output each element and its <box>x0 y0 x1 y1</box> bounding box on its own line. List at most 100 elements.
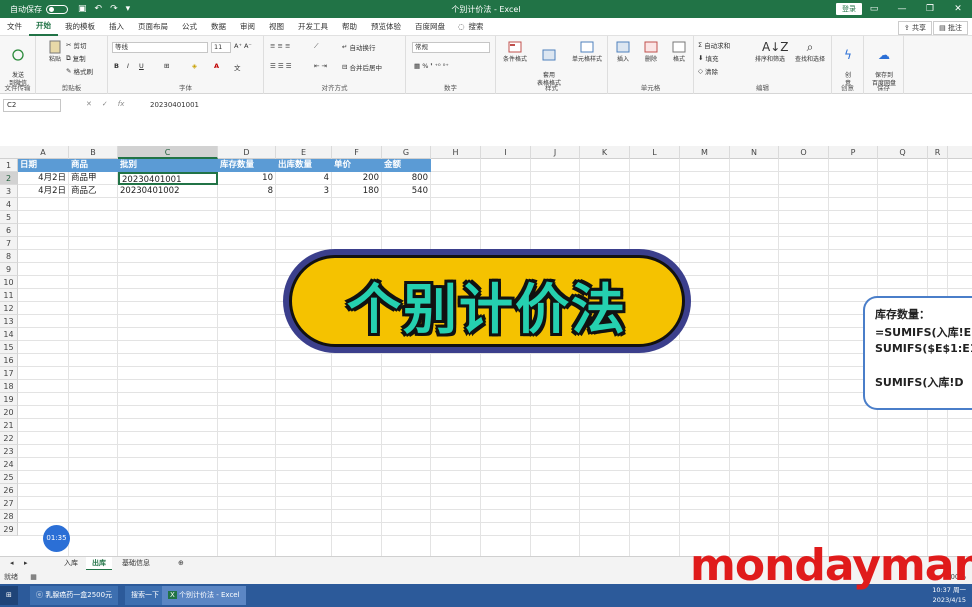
table-cell[interactable]: 4月2日 <box>18 185 69 198</box>
column-header-b[interactable]: B <box>69 146 118 159</box>
minimize-icon[interactable]: — <box>888 0 916 18</box>
font-color-icon[interactable]: A <box>214 62 219 70</box>
table-cell[interactable]: 20230401002 <box>118 185 218 198</box>
confirm-icon[interactable]: ✓ <box>102 100 108 108</box>
row-header-6[interactable]: 6 <box>0 224 18 237</box>
table-cell[interactable]: 3 <box>276 185 332 198</box>
row-header-26[interactable]: 26 <box>0 484 18 497</box>
underline-icon[interactable]: U <box>139 62 144 70</box>
column-header-g[interactable]: G <box>382 146 431 159</box>
insert-button[interactable]: 插入 <box>610 40 636 64</box>
delete-button[interactable]: 删除 <box>638 40 664 64</box>
row-header-14[interactable]: 14 <box>0 328 18 341</box>
row-header-7[interactable]: 7 <box>0 237 18 250</box>
table-cell[interactable]: 10 <box>218 172 276 185</box>
table-cell[interactable]: 商品甲 <box>69 172 118 185</box>
column-header-i[interactable]: I <box>481 146 531 159</box>
column-header-c[interactable]: C <box>118 146 218 159</box>
currency-icon[interactable]: ▦ % ❜ ⁺⁰ ⁰⁺ <box>414 62 449 70</box>
table-header-cell[interactable]: 金额 <box>382 159 431 172</box>
row-header-17[interactable]: 17 <box>0 367 18 380</box>
column-header-f[interactable]: F <box>332 146 382 159</box>
find-select-button[interactable]: ⌕ 查找和选择 <box>790 40 830 64</box>
row-header-15[interactable]: 15 <box>0 341 18 354</box>
tab-help[interactable]: 帮助 <box>335 18 364 36</box>
taskbar-ie[interactable]: ⓔ 乳腺癌药一盒2500元 <box>30 586 119 605</box>
column-header-a[interactable]: A <box>18 146 69 159</box>
table-cell[interactable]: 20230401001 <box>118 172 218 185</box>
font-name-select[interactable]: 等线 <box>112 42 208 53</box>
fill-button[interactable]: ⬇ 填充 <box>698 53 718 63</box>
tab-baidu[interactable]: 百度网盘 <box>408 18 452 36</box>
copy-button[interactable]: ⧉ 复制 <box>66 53 86 64</box>
row-header-23[interactable]: 23 <box>0 445 18 458</box>
sheet-tab-inbound[interactable]: 入库 <box>58 557 84 571</box>
table-header-cell[interactable]: 批别 <box>118 159 218 172</box>
tab-formulas[interactable]: 公式 <box>175 18 204 36</box>
scroll-right-icon[interactable]: ▸ <box>18 557 34 571</box>
column-header-q[interactable]: Q <box>878 146 928 159</box>
border-icon[interactable]: ⊞ <box>164 62 169 70</box>
autosum-button[interactable]: Σ 自动求和 <box>698 40 730 50</box>
row-header-8[interactable]: 8 <box>0 250 18 263</box>
row-header-29[interactable]: 29 <box>0 523 18 536</box>
formula-input[interactable]: 20230401001 <box>150 101 199 109</box>
table-cell[interactable]: 8 <box>218 185 276 198</box>
taskbar-search[interactable]: 搜索一下 <box>125 586 165 605</box>
tab-data[interactable]: 数据 <box>204 18 233 36</box>
table-cell[interactable]: 4月2日 <box>18 172 69 185</box>
send-wechat-button[interactable]: 发送 到微信 <box>1 40 35 88</box>
fill-color-icon[interactable]: ◈ <box>192 62 197 70</box>
row-header-12[interactable]: 12 <box>0 302 18 315</box>
name-box[interactable]: C2 <box>3 99 61 112</box>
font-size-select[interactable]: 11 <box>211 42 231 53</box>
tab-file[interactable]: 文件 <box>0 18 29 36</box>
save-baidu-button[interactable]: ☁ 保存到 百度网盘 <box>866 40 902 88</box>
autosave-toggle[interactable]: 自动保存 <box>10 4 68 15</box>
column-header-l[interactable]: L <box>630 146 680 159</box>
share-button[interactable]: ⇪ 共享 <box>897 21 932 35</box>
tab-home[interactable]: 开始 <box>29 18 58 36</box>
column-header-k[interactable]: K <box>580 146 630 159</box>
comment-button[interactable]: ▤ 批注 <box>933 21 968 35</box>
tab-preview[interactable]: 预览体验 <box>364 18 408 36</box>
row-header-10[interactable]: 10 <box>0 276 18 289</box>
font-grow-icon[interactable]: A⁺ A⁻ <box>234 42 252 50</box>
toggle-icon[interactable] <box>46 4 68 14</box>
tab-review[interactable]: 审阅 <box>233 18 262 36</box>
function-icon[interactable]: fx <box>118 100 125 108</box>
taskbar-excel[interactable]: X 个别计价法 - Excel <box>162 586 246 605</box>
login-button[interactable]: 登录 <box>836 3 862 15</box>
cell-style-button[interactable]: 单元格样式 <box>568 40 606 64</box>
row-header-24[interactable]: 24 <box>0 458 18 471</box>
italic-icon[interactable]: I <box>127 62 129 70</box>
table-cell[interactable]: 4 <box>276 172 332 185</box>
column-header-r[interactable]: R <box>928 146 948 159</box>
redo-icon[interactable]: ↷ <box>110 4 118 14</box>
table-cell[interactable]: 800 <box>382 172 431 185</box>
tab-page-layout[interactable]: 页面布局 <box>131 18 175 36</box>
column-header-d[interactable]: D <box>218 146 276 159</box>
bold-icon[interactable]: B <box>114 62 119 70</box>
column-header-h[interactable]: H <box>431 146 481 159</box>
column-header-e[interactable]: E <box>276 146 332 159</box>
row-header-18[interactable]: 18 <box>0 380 18 393</box>
add-sheet-icon[interactable]: ⊕ <box>172 557 190 571</box>
row-header-3[interactable]: 3 <box>0 185 18 198</box>
row-header-19[interactable]: 19 <box>0 393 18 406</box>
row-header-2[interactable]: 2 <box>0 172 18 185</box>
orientation-icon[interactable]: ⟋ <box>314 42 319 51</box>
column-header-p[interactable]: P <box>829 146 878 159</box>
phonetic-icon[interactable]: 文 <box>234 62 241 72</box>
table-format-button[interactable]: 套用 表格格式 <box>532 40 566 88</box>
align-top-icon[interactable]: ≡ ≡ ≡ <box>270 42 290 50</box>
start-button[interactable]: ⊞ <box>0 586 18 605</box>
table-cell[interactable]: 200 <box>332 172 382 185</box>
indent-icon[interactable]: ⇤ ⇥ <box>314 62 327 70</box>
row-header-13[interactable]: 13 <box>0 315 18 328</box>
accessibility-icon[interactable]: ▦ <box>30 573 37 581</box>
maximize-icon[interactable]: ❐ <box>916 0 944 18</box>
sheet-tab-outbound[interactable]: 出库 <box>86 557 112 571</box>
tab-developer[interactable]: 开发工具 <box>291 18 335 36</box>
format-painter-button[interactable]: ✎ 格式刷 <box>66 66 93 76</box>
